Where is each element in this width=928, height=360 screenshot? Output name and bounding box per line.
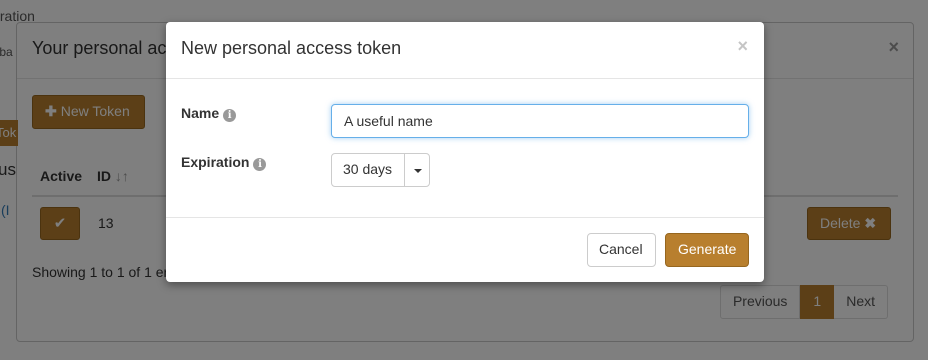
name-label: Name [181,105,220,121]
expiration-label: Expiration [181,154,250,170]
name-label-row: Name i [181,105,237,122]
generate-button[interactable]: Generate [665,233,749,267]
expiration-label-row: Expiration i [181,154,267,171]
expiration-value: 30 days [332,154,405,186]
info-icon[interactable]: i [223,109,237,122]
name-input[interactable] [331,104,749,138]
chevron-down-icon[interactable] [405,154,429,186]
new-token-modal-header: New personal access token × [166,22,764,79]
expiration-select[interactable]: 30 days [331,153,430,187]
new-token-modal: New personal access token × Namei Expira… [166,22,764,282]
cancel-button[interactable]: Cancel [587,233,656,267]
close-icon[interactable]: × [737,36,748,57]
info-icon[interactable]: i [253,158,267,171]
modal-title: New personal access token [181,38,402,58]
modal-footer-divider [166,217,764,218]
